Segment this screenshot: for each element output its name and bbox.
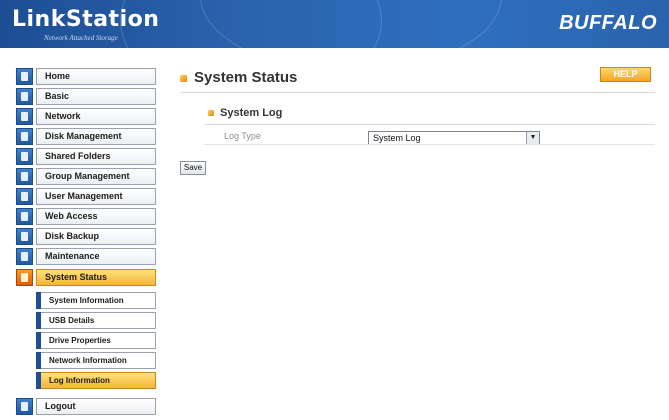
- sidebar-item-user-management[interactable]: User Management: [16, 188, 158, 205]
- sidebar-item-disk-backup[interactable]: Disk Backup: [16, 228, 158, 245]
- sidebar-item-label: Disk Management: [36, 128, 156, 145]
- group-icon: [16, 168, 33, 185]
- status-icon: [16, 269, 33, 286]
- row-divider: [204, 144, 655, 145]
- web-icon: [16, 208, 33, 225]
- header-decoration: [200, 0, 502, 48]
- sidebar-item-label: System Status: [36, 269, 156, 286]
- title-divider: [180, 92, 655, 93]
- help-button[interactable]: HELP: [600, 67, 651, 82]
- sidebar-item-label: Maintenance: [36, 248, 156, 265]
- sidebar-item-maintenance[interactable]: Maintenance: [16, 248, 158, 265]
- sidebar-item-logout[interactable]: Logout: [16, 398, 158, 415]
- subnav-item-label: System Information: [41, 292, 156, 309]
- sidebar-item-shared-folders[interactable]: Shared Folders: [16, 148, 158, 165]
- home-icon: [16, 68, 33, 85]
- save-button[interactable]: Save: [180, 161, 206, 175]
- sidebar-item-label: Shared Folders: [36, 148, 156, 165]
- page-title: System Status: [194, 69, 298, 86]
- subnav-item-log-information[interactable]: Log Information: [36, 372, 156, 389]
- section-divider: [204, 124, 655, 125]
- sidebar-item-home[interactable]: Home: [16, 68, 158, 85]
- folder-icon: [16, 148, 33, 165]
- log-type-select[interactable]: System Log ▼: [368, 131, 540, 145]
- sidebar-item-label: User Management: [36, 188, 156, 205]
- backup-icon: [16, 228, 33, 245]
- subnav-item-system-information[interactable]: System Information: [36, 292, 156, 309]
- user-icon: [16, 188, 33, 205]
- subnav-item-usb-details[interactable]: USB Details: [36, 312, 156, 329]
- logout-icon: [16, 398, 33, 415]
- sidebar-item-label: Disk Backup: [36, 228, 156, 245]
- buffalo-logo: BUFFALO: [559, 12, 657, 34]
- sidebar-item-basic[interactable]: Basic: [16, 88, 158, 105]
- subnav-item-label: Log Information: [41, 372, 156, 389]
- sidebar-item-disk-management[interactable]: Disk Management: [16, 128, 158, 145]
- title-bullet-icon: [180, 75, 187, 82]
- disk-icon: [16, 128, 33, 145]
- log-type-value: System Log: [373, 133, 421, 143]
- network-icon: [16, 108, 33, 125]
- section-title: System Log: [220, 107, 283, 119]
- log-type-label: Log Type: [224, 131, 261, 141]
- subnav-item-drive-properties[interactable]: Drive Properties: [36, 332, 156, 349]
- linkstation-logo: LinkStation: [12, 7, 160, 32]
- subnav-item-label: Network Information: [41, 352, 156, 369]
- subnav-item-network-information[interactable]: Network Information: [36, 352, 156, 369]
- logo-subtitle: Network Attached Storage: [44, 34, 118, 42]
- subnav-item-label: USB Details: [41, 312, 156, 329]
- sidebar-item-label: Web Access: [36, 208, 156, 225]
- chevron-down-icon[interactable]: ▼: [526, 132, 539, 144]
- app-header: LinkStation Network Attached Storage BUF…: [0, 0, 669, 48]
- sidebar-item-label: Group Management: [36, 168, 156, 185]
- subnav-item-label: Drive Properties: [41, 332, 156, 349]
- sidebar-item-label: Basic: [36, 88, 156, 105]
- basic-icon: [16, 88, 33, 105]
- sidebar-item-system-status[interactable]: System Status: [16, 269, 158, 286]
- sidebar-item-label: Network: [36, 108, 156, 125]
- sidebar-item-network[interactable]: Network: [16, 108, 158, 125]
- section-bullet-icon: [208, 110, 214, 116]
- sidebar-item-label: Home: [36, 68, 156, 85]
- sidebar-item-group-management[interactable]: Group Management: [16, 168, 158, 185]
- sidebar-item-web-access[interactable]: Web Access: [16, 208, 158, 225]
- maintenance-icon: [16, 248, 33, 265]
- sidebar-item-label: Logout: [36, 398, 156, 415]
